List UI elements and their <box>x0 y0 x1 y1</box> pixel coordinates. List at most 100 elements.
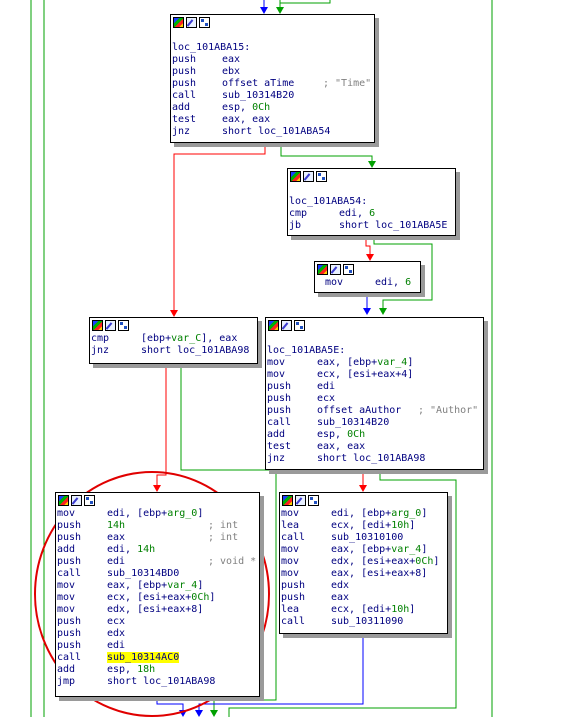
rename-icon[interactable] <box>295 495 306 506</box>
instruction-line[interactable]: push edi ; void * <box>57 556 259 568</box>
stack-variable: var_C <box>171 333 202 344</box>
graph-icon[interactable] <box>343 264 354 275</box>
instruction-line[interactable]: call sub_10314BD0 <box>57 568 259 580</box>
instruction-line[interactable]: jnz short loc_101ABA98 <box>267 453 483 465</box>
operand: ebx <box>222 66 241 77</box>
instruction-line[interactable]: jnz short loc_101ABA54 <box>172 126 374 138</box>
mnemonic: call <box>57 568 82 579</box>
operand: ecx <box>317 393 336 404</box>
instruction-line[interactable]: call sub_10311090 <box>281 616 447 628</box>
rename-icon[interactable] <box>105 320 116 331</box>
operand: edx, [esi+eax+8] <box>107 604 204 615</box>
color-icon[interactable] <box>92 320 103 331</box>
block-loc-101aba5e[interactable]: loc_101ABA5E: mov eax, [ebp+var_4] mov ecx, … <box>265 317 484 470</box>
operand: eax <box>222 54 241 65</box>
rename-icon[interactable] <box>303 171 314 182</box>
edge-b54-false <box>365 236 371 256</box>
instruction-line[interactable]: push eax <box>281 592 447 604</box>
graph-icon[interactable] <box>316 171 327 182</box>
block-code: loc_101ABA15: push eax push ebx push offset aT… <box>171 30 374 138</box>
instruction-line[interactable]: call sub_10314B20 <box>267 417 483 429</box>
block-toolbar <box>171 15 374 30</box>
operand-suffix: ] <box>433 556 440 567</box>
block-loc-101aba54[interactable]: loc_101ABA54: cmp edi, 6 jb short loc_101ABA… <box>287 168 456 236</box>
operand-suffix: ] <box>197 580 204 591</box>
graph-icon[interactable] <box>308 495 319 506</box>
instruction-line[interactable]: cmp edi, 6 <box>289 208 455 220</box>
instruction-line[interactable]: push ebx <box>172 66 374 78</box>
instruction-line[interactable]: cmp [ebp+var_C], eax <box>91 333 257 345</box>
instruction-line[interactable]: push edi <box>267 381 483 393</box>
graph-icon[interactable] <box>118 320 129 331</box>
instruction-line[interactable]: push edi <box>57 640 259 652</box>
mnemonic: mov <box>57 604 76 615</box>
instruction-line[interactable]: add esp, 18h <box>57 664 259 676</box>
instruction-line[interactable]: mov edi, [ebp+arg_0] <box>281 508 447 520</box>
instruction-line[interactable]: push edx <box>281 580 447 592</box>
color-icon[interactable] <box>290 171 301 182</box>
instruction-line[interactable]: test eax, eax <box>267 441 483 453</box>
instruction-line[interactable]: mov eax, [ebp+var_4] <box>267 357 483 369</box>
instruction-line[interactable]: lea ecx, [edi+10h] <box>281 520 447 532</box>
instruction-line[interactable]: add edi, 14h <box>57 544 259 556</box>
graph-icon[interactable] <box>199 17 210 28</box>
block-label[interactable]: loc_101ABA5E: <box>267 345 483 357</box>
block-memcpy-call[interactable]: mov edi, [ebp+arg_0] push 14h ; int push eax ; … <box>55 492 260 697</box>
instruction-line[interactable]: mov eax, [ebp+var_4] <box>281 544 447 556</box>
graph-icon[interactable] <box>84 495 95 506</box>
instruction-line[interactable]: mov ecx, [esi+eax+0Ch] <box>57 592 259 604</box>
instruction-line[interactable]: call sub_10314B20 <box>172 90 374 102</box>
rename-icon[interactable] <box>186 17 197 28</box>
block-mov-edi[interactable]: mov edi, 6 <box>314 261 421 293</box>
operand: eax, [ebp+ <box>107 580 168 591</box>
rename-icon[interactable] <box>330 264 341 275</box>
rename-icon[interactable] <box>281 320 292 331</box>
block-author-call[interactable]: mov edi, [ebp+arg_0] lea ecx, [edi+10h] call… <box>279 492 448 634</box>
immediate-value: 0Ch <box>347 429 366 440</box>
graph-icon[interactable] <box>294 320 305 331</box>
instruction-line[interactable]: mov edi, [ebp+arg_0] <box>57 508 259 520</box>
ida-graph-view[interactable]: loc_101ABA15: push eax push ebx push offset aT… <box>0 0 585 717</box>
color-icon[interactable] <box>268 320 279 331</box>
instruction-line[interactable]: push ecx <box>267 393 483 405</box>
color-icon[interactable] <box>58 495 69 506</box>
instruction-line[interactable]: push offset aTime ; "Time" <box>172 78 374 90</box>
instruction-line[interactable]: mov edx, [esi+eax+0Ch] <box>281 556 447 568</box>
instruction-line[interactable]: mov eax, [ebp+var_4] <box>57 580 259 592</box>
instruction-line[interactable]: push edx <box>57 628 259 640</box>
operand: edi, <box>339 208 370 219</box>
instruction-line[interactable]: jb short loc_101ABA5E <box>289 220 455 232</box>
block-cmp-var-c[interactable]: cmp [ebp+var_C], eax jnz short loc_101ABA98 <box>89 317 258 364</box>
instruction-line[interactable]: mov edx, [esi+eax+8] <box>57 604 259 616</box>
block-label[interactable]: loc_101ABA54: <box>289 196 455 208</box>
instruction-line[interactable]: push eax ; int <box>57 532 259 544</box>
block-loc-101aba15[interactable]: loc_101ABA15: push eax push ebx push offset aT… <box>170 14 375 143</box>
instruction-line[interactable]: add esp, 0Ch <box>172 102 374 114</box>
instruction-line[interactable]: push 14h ; int <box>57 520 259 532</box>
instruction-line[interactable]: add esp, 0Ch <box>267 429 483 441</box>
block-toolbar <box>315 262 420 277</box>
operand: [ebp+ <box>141 333 172 344</box>
instruction-line[interactable]: mov eax, [esi+eax+8] <box>281 568 447 580</box>
instruction-line[interactable]: test eax, eax <box>172 114 374 126</box>
instruction-line[interactable]: call sub_10314AC0 <box>57 652 259 664</box>
comment: ; int <box>208 520 239 531</box>
color-icon[interactable] <box>173 17 184 28</box>
instruction-line[interactable]: jmp short loc_101ABA98 <box>57 676 259 688</box>
instruction-line[interactable]: push offset aAuthor ; "Author" <box>267 405 483 417</box>
mnemonic: add <box>172 102 191 113</box>
edge-b15-false <box>173 143 266 312</box>
instruction-line[interactable]: mov edi, 6 <box>325 277 420 289</box>
instruction-line[interactable]: jnz short loc_101ABA98 <box>91 345 257 357</box>
instruction-line[interactable]: mov ecx, [esi+eax+4] <box>267 369 483 381</box>
color-icon[interactable] <box>317 264 328 275</box>
instruction-line[interactable]: push ecx <box>57 616 259 628</box>
rename-icon[interactable] <box>71 495 82 506</box>
block-label[interactable]: loc_101ABA15: <box>172 42 374 54</box>
instruction-line[interactable]: call sub_10310100 <box>281 532 447 544</box>
instruction-line[interactable]: push eax <box>172 54 374 66</box>
color-icon[interactable] <box>282 495 293 506</box>
operand: esp, <box>317 429 348 440</box>
instruction-line[interactable]: lea ecx, [edi+10h] <box>281 604 447 616</box>
